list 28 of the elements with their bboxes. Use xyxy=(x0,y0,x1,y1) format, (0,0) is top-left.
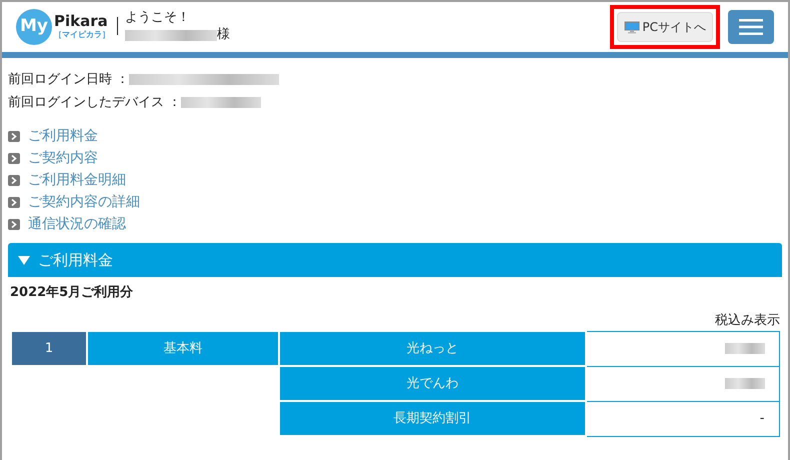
chevron-icon xyxy=(8,175,20,186)
section-header[interactable]: ご利用料金 xyxy=(8,243,782,277)
chevron-icon xyxy=(8,153,20,164)
table-cell: 基本料 xyxy=(87,331,279,366)
section-title: ご利用料金 xyxy=(38,250,113,271)
table-cell: - xyxy=(586,401,779,436)
table-cell: 1 xyxy=(11,331,87,366)
menu-link[interactable]: ご利用料金 xyxy=(28,126,98,147)
login-info-label: 前回ログインしたデバイス ： xyxy=(8,94,182,112)
period-text: 2022年5月ご利用分 xyxy=(10,284,134,302)
chevron-icon xyxy=(8,219,20,230)
login-info-label: 前回ログイン日時 ： xyxy=(8,71,130,89)
chevron-icon xyxy=(8,131,20,142)
table-cell: 光でんわ xyxy=(279,366,586,401)
table-cell: 長期契約割引 xyxy=(279,401,586,436)
menu-link[interactable]: 通信状況の確認 xyxy=(28,214,126,235)
honorific-text: 様 xyxy=(217,27,230,44)
monitor-icon xyxy=(624,20,640,34)
greeting-text: ようこそ！ xyxy=(125,10,191,27)
table-cell: 光ねっと xyxy=(279,331,586,366)
tax-note: 税込み表示 xyxy=(714,312,780,330)
menu-link[interactable]: ご利用料金明細 xyxy=(28,170,126,191)
menu-link[interactable]: ご契約内容の詳細 xyxy=(28,192,140,213)
menu-icon xyxy=(739,19,763,35)
menu-link[interactable]: ご契約内容 xyxy=(28,148,98,169)
pc-site-button[interactable]: PCサイトへ xyxy=(617,12,713,42)
menu-button[interactable] xyxy=(728,10,774,44)
chevron-icon xyxy=(8,197,20,208)
